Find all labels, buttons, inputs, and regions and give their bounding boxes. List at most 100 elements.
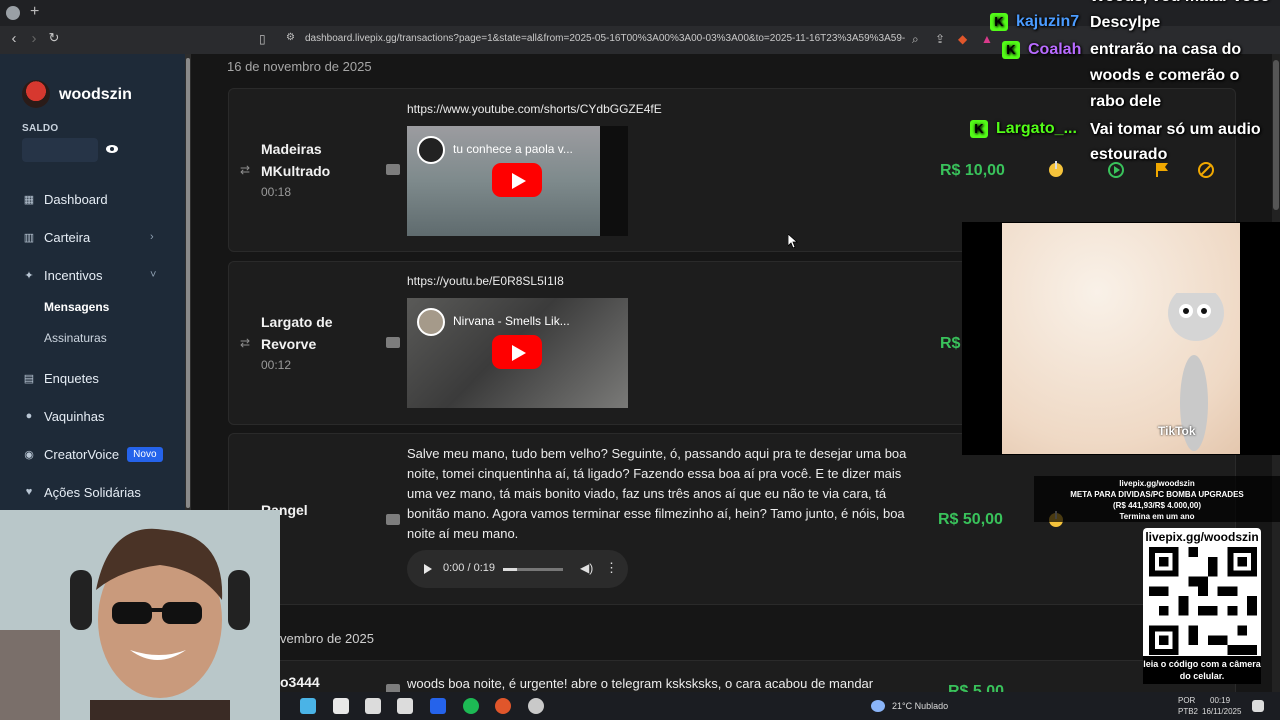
goal-amount: (R$ 441,93/R$ 4.000,00) xyxy=(1112,501,1202,510)
youtube-embed[interactable]: Nirvana - Smells Lik... xyxy=(407,298,628,408)
volume-icon[interactable] xyxy=(1047,160,1065,178)
sidebar-item-vaquinhas[interactable]: ● Vaquinhas xyxy=(22,405,105,427)
more-options-icon[interactable]: ⋮ xyxy=(605,560,618,576)
sidebar-subitem-mensagens[interactable]: Mensagens xyxy=(44,300,109,314)
balance-hidden-value xyxy=(22,138,98,162)
video-title: tu conhece a paola v... xyxy=(453,142,573,156)
message-icon xyxy=(386,514,400,525)
clock[interactable]: 00:19 xyxy=(1210,696,1230,705)
chevron-down-icon: ˅ xyxy=(150,269,157,281)
user-name: woodszin xyxy=(59,86,132,103)
qr-code xyxy=(1149,547,1257,655)
page-scrollbar-thumb[interactable] xyxy=(1273,60,1279,210)
sidebar-item-incentivos[interactable]: ✦ Incentivos xyxy=(22,264,103,286)
vegas-icon[interactable] xyxy=(430,698,446,714)
language-label[interactable]: POR xyxy=(1178,696,1195,705)
date[interactable]: 16/11/2025 xyxy=(1202,707,1241,716)
goal-ends: Termina em um ano xyxy=(1119,512,1195,521)
site-info-icon[interactable]: ⚙ xyxy=(286,32,295,43)
sidebar-item-label: Ações Solidárias xyxy=(44,484,141,500)
message-link[interactable]: https://youtu.be/E0R8SL5I1I8 xyxy=(407,274,564,288)
block-icon[interactable] xyxy=(1197,161,1215,179)
bookmark-icon[interactable]: ▯ xyxy=(259,32,266,46)
weather-text[interactable]: 21°C Nublado xyxy=(892,701,948,711)
donor-name: Largato de Revorve xyxy=(261,314,333,352)
sidebar-scrollbar-thumb[interactable] xyxy=(186,58,190,508)
sparkle-icon: ✦ xyxy=(24,269,34,282)
chat-message-line: Woods, vou matar voce xyxy=(1090,0,1269,10)
browser-logo-icon xyxy=(6,6,20,20)
sidebar-item-enquetes[interactable]: ▤ Enquetes xyxy=(22,367,99,389)
video-title: Nirvana - Smells Lik... xyxy=(453,314,570,328)
spotify-icon[interactable] xyxy=(463,698,479,714)
avatar[interactable] xyxy=(22,80,50,108)
message-icon xyxy=(386,337,400,348)
amount: R$ xyxy=(940,335,961,352)
channel-avatar xyxy=(417,308,445,336)
sidebar-item-carteira[interactable]: ▥ Carteira xyxy=(22,226,90,248)
chat-message-line: woods e comerão o xyxy=(1090,67,1240,84)
obs-icon[interactable] xyxy=(495,698,511,714)
play-icon[interactable] xyxy=(492,335,542,369)
eye-icon[interactable] xyxy=(105,142,119,156)
url-input[interactable]: dashboard.livepix.gg/transactions?page=1… xyxy=(305,33,905,44)
poll-icon: ▤ xyxy=(23,372,35,385)
sidebar-item-label: Vaquinhas xyxy=(44,408,105,424)
taskbar-app-icon[interactable] xyxy=(300,698,316,714)
sidebar-item-dashboard[interactable]: ▦ Dashboard xyxy=(22,188,108,210)
piggy-icon: ● xyxy=(25,410,33,422)
chat-user: Kkajuzin7 xyxy=(990,13,1079,31)
webcam-overlay xyxy=(0,510,280,720)
heart-icon: ♥ xyxy=(25,486,33,498)
swap-icon: ⇄ xyxy=(240,163,251,177)
voice-icon: ◉ xyxy=(24,448,34,461)
sidebar-item-creatorvoice[interactable]: ◉ CreatorVoice Novo xyxy=(22,443,163,465)
date-heading: 16 de novembro de 2025 xyxy=(227,59,372,74)
rewards-icon[interactable]: ▲ xyxy=(981,32,993,46)
volume-icon[interactable]: ◀) xyxy=(580,561,593,575)
message-text: woods boa noite, é urgente! abre o teleg… xyxy=(407,676,874,691)
brave-shield-icon[interactable]: ◆ xyxy=(958,32,967,46)
play-icon[interactable] xyxy=(424,564,432,574)
chat-message-line: estourado xyxy=(1090,146,1168,163)
donor-name: o3444 xyxy=(280,674,320,690)
file-icon[interactable] xyxy=(333,698,349,714)
audio-progress-fill xyxy=(503,568,517,571)
zoom-icon[interactable]: ⌕ xyxy=(912,32,919,47)
play-icon[interactable] xyxy=(492,163,542,197)
amount: R$ 50,00 xyxy=(938,511,1003,528)
sidebar-item-label: Incentivos xyxy=(44,267,103,283)
audio-player[interactable]: 0:00 / 0:19 ◀) ⋮ xyxy=(407,550,628,588)
sidebar-item-acoes-solidarias[interactable]: ♥ Ações Solidárias xyxy=(22,481,141,503)
share-icon[interactable]: ⇪ xyxy=(935,32,945,46)
transaction-time: 00:18 xyxy=(261,185,292,199)
dashboard-icon: ▦ xyxy=(23,193,35,206)
new-tab-icon[interactable]: + xyxy=(30,3,39,21)
chat-user: K Largato_... xyxy=(970,120,1077,138)
forward-icon[interactable]: › xyxy=(26,30,42,47)
notification-icon[interactable] xyxy=(1252,700,1264,712)
sidebar-item-label: Enquetes xyxy=(44,370,99,386)
balance-label: SALDO xyxy=(22,123,59,134)
audio-time: 0:00 / 0:19 xyxy=(443,562,495,574)
message-link[interactable]: https://www.youtube.com/shorts/CYdbGGZE4… xyxy=(407,102,662,116)
youtube-embed[interactable]: tu conhece a paola v... xyxy=(407,126,628,236)
chevron-right-icon: › xyxy=(150,231,154,243)
goal-site: livepix.gg/woodszin xyxy=(1119,479,1195,488)
app-icon[interactable] xyxy=(528,698,544,714)
chat-message-line: Descylpe xyxy=(1090,14,1161,31)
back-icon[interactable]: ‹ xyxy=(6,30,22,47)
sidebar-subitem-assinaturas[interactable]: Assinaturas xyxy=(44,331,107,345)
capcut-icon[interactable] xyxy=(397,698,413,714)
wallet-icon: ▥ xyxy=(23,231,35,244)
language-label-2[interactable]: PTB2 xyxy=(1178,707,1198,716)
chat-message-line: Vai tomar só um audio xyxy=(1090,121,1261,138)
sidebar-item-label: CreatorVoice xyxy=(44,446,120,462)
transaction-time: 00:12 xyxy=(261,358,292,372)
capcut-icon[interactable] xyxy=(365,698,381,714)
reload-icon[interactable]: ↻ xyxy=(46,30,62,46)
qr-caption: leia o código com a câmera do celular. xyxy=(1143,656,1261,684)
donor-name: Madeiras MKultrado xyxy=(261,141,331,179)
qr-title: livepix.gg/woodszin xyxy=(1145,530,1259,544)
mouse-cursor-icon xyxy=(788,234,798,248)
